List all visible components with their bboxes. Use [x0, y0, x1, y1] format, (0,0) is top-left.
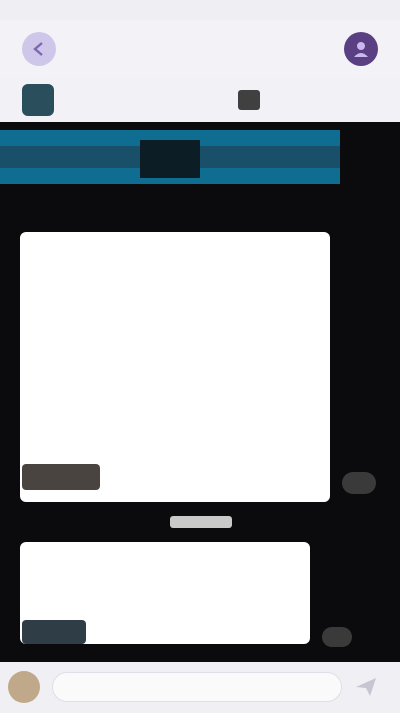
- message-input[interactable]: [52, 672, 342, 702]
- input-bar: [0, 662, 400, 713]
- menu-icon[interactable]: [238, 90, 260, 110]
- chat-avatar[interactable]: [22, 84, 54, 116]
- reaction-badge[interactable]: [22, 620, 86, 644]
- status-bar: [0, 0, 400, 20]
- media-thumbnail: [140, 140, 200, 178]
- message-bubble[interactable]: [20, 232, 330, 502]
- back-button[interactable]: [22, 32, 56, 66]
- profile-icon: [354, 42, 368, 57]
- user-avatar[interactable]: [8, 671, 40, 703]
- send-button[interactable]: [352, 674, 380, 700]
- chat-subtitle: [70, 91, 250, 109]
- chat-title: [108, 38, 298, 62]
- send-icon: [356, 678, 376, 696]
- reaction-button[interactable]: [342, 472, 376, 494]
- top-bar: [0, 20, 400, 78]
- reaction-badge[interactable]: [22, 464, 100, 490]
- back-icon: [33, 42, 43, 56]
- profile-button[interactable]: [344, 32, 378, 66]
- message-list[interactable]: [0, 122, 400, 662]
- media-preview[interactable]: [0, 130, 340, 184]
- date-separator: [170, 516, 232, 528]
- chat-header: [0, 78, 400, 122]
- reaction-button[interactable]: [322, 627, 352, 647]
